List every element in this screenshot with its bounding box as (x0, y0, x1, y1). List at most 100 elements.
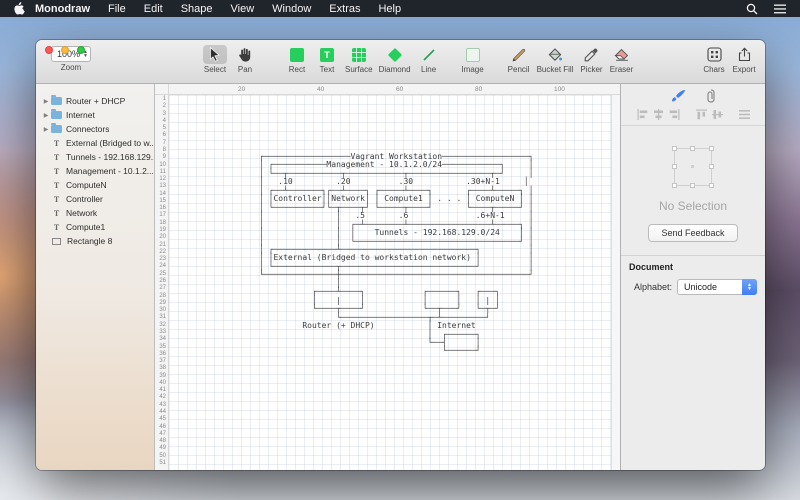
v-ruler-label: 27 (159, 285, 166, 292)
align-middle-icon[interactable] (711, 109, 723, 120)
layer-item-router-dhcp[interactable]: ▶ Router + DHCP (36, 94, 154, 108)
tool-line[interactable]: Line (414, 45, 444, 74)
window-controls (45, 46, 85, 54)
layer-item-rectangle-8[interactable]: Rectangle 8 (36, 234, 154, 248)
layer-list: ▶ Router + DHCP ▶ Internet ▶ Connectors T Exter… (36, 94, 154, 248)
apple-icon (14, 2, 25, 15)
layer-item-management-10-1-2[interactable]: T Management - 10.1.2.... (36, 164, 154, 178)
v-ruler-label: 42 (159, 394, 166, 401)
menu-app-name[interactable]: Monodraw (31, 3, 99, 15)
tool-diamond[interactable]: Diamond (376, 45, 414, 74)
zoom-window-button[interactable] (77, 46, 85, 54)
v-ruler-label: 38 (159, 365, 166, 372)
disclosure-triangle-icon[interactable]: ▶ (41, 126, 51, 133)
zoom-label: Zoom (60, 63, 82, 72)
v-ruler-label: 46 (159, 423, 166, 430)
v-ruler-label: 25 (159, 270, 166, 277)
distribute-icon[interactable] (738, 109, 750, 120)
layer-item-connectors[interactable]: ▶ Connectors (36, 122, 154, 136)
layer-item-controller[interactable]: T Controller (36, 192, 154, 206)
selection-handle (709, 183, 714, 188)
surface-shape-icon (347, 45, 371, 64)
apple-menu[interactable] (14, 2, 25, 15)
align-center-horizontal-icon[interactable] (653, 109, 664, 120)
v-ruler-label: 7 (162, 139, 166, 146)
menu-shape[interactable]: Shape (172, 3, 222, 15)
text-layer-icon: T (53, 222, 60, 232)
inspector-panel: No Selection Send Feedback Document Alph… (620, 84, 765, 470)
menu-view[interactable]: View (222, 3, 264, 15)
selection-handle (690, 146, 695, 151)
alphabet-popup[interactable]: Unicode ▲ ▼ (677, 279, 757, 295)
canvas-area: 20 40 60 80 100 1 2 3 4 5 6 7 8 9 10 11 12 13 14 15 16 17 18 1… (155, 84, 620, 470)
h-ruler-label: 60 (396, 86, 404, 93)
menu-window[interactable]: Window (263, 3, 320, 15)
tool-select[interactable]: Select (200, 45, 230, 74)
text-layer-icon: T (53, 166, 60, 176)
v-ruler-label: 9 (162, 154, 166, 161)
tool-surface[interactable]: Surface (342, 45, 376, 74)
tool-picker[interactable]: Picker (576, 45, 606, 74)
h-ruler-label: 20 (238, 86, 246, 93)
v-ruler-label: 4 (162, 117, 166, 124)
menu-items: File Edit Shape View Window Extras Help (99, 3, 410, 15)
v-ruler-label: 31 (159, 314, 166, 321)
layer-item-network[interactable]: T Network (36, 206, 154, 220)
v-ruler-label: 8 (162, 146, 166, 153)
tool-bucket-fill[interactable]: Bucket Fill (534, 45, 577, 74)
send-feedback-button[interactable]: Send Feedback (648, 224, 738, 242)
spotlight-search-icon[interactable] (746, 3, 758, 15)
tool-export[interactable]: Export (729, 45, 759, 74)
layer-item-external-bridged-to-w[interactable]: T External (Bridged to w... (36, 136, 154, 150)
pencil-icon (507, 45, 531, 64)
v-ruler-label: 24 (159, 263, 166, 270)
v-ruler-label: 15 (159, 197, 166, 204)
layer-item-internet[interactable]: ▶ Internet (36, 108, 154, 122)
attachments-tab[interactable] (706, 89, 716, 103)
v-ruler-label: 5 (162, 125, 166, 132)
tool-pan[interactable]: Pan (230, 45, 260, 74)
ruler-corner (155, 84, 169, 95)
v-ruler-label: 16 (159, 205, 166, 212)
text-shape-icon: T (315, 45, 339, 64)
layer-label: ComputeN (66, 180, 107, 190)
selection-handle (672, 164, 677, 169)
v-ruler-label: 48 (159, 438, 166, 445)
canvas[interactable]: ┌──────────────────Vagrant Workstation──… (169, 95, 611, 470)
menu-help[interactable]: Help (369, 3, 410, 15)
v-ruler-label: 29 (159, 299, 166, 306)
notification-center-icon[interactable] (774, 4, 786, 14)
close-button[interactable] (45, 46, 53, 54)
menu-bar-right (746, 3, 790, 15)
layer-item-tunnels-192-168-129[interactable]: T Tunnels - 192.168.129... (36, 150, 154, 164)
tool-text[interactable]: T Text (312, 45, 342, 74)
menu-extras[interactable]: Extras (320, 3, 369, 15)
align-right-icon[interactable] (669, 109, 680, 120)
layer-label: Compute1 (66, 222, 106, 232)
tool-pencil[interactable]: Pencil (504, 45, 534, 74)
window-toolbar: 100% ▲ ▼ Zoom Select Pan Rect T Text Sur… (36, 40, 765, 84)
menu-edit[interactable]: Edit (135, 3, 172, 15)
v-ruler-label: 39 (159, 372, 166, 379)
minimize-button[interactable] (61, 46, 69, 54)
layer-item-compute1[interactable]: T Compute1 (36, 220, 154, 234)
menu-file[interactable]: File (99, 3, 135, 15)
h-ruler-label: 80 (475, 86, 483, 93)
v-ruler-label: 44 (159, 409, 166, 416)
tool-rect[interactable]: Rect (282, 45, 312, 74)
alignment-toolbar (621, 105, 765, 126)
v-ruler-label: 47 (159, 430, 166, 437)
align-top-icon[interactable] (695, 109, 707, 120)
disclosure-triangle-icon[interactable]: ▶ (41, 98, 51, 105)
image-icon (461, 45, 485, 64)
vertical-scrollbar[interactable] (611, 95, 620, 470)
layer-item-computen[interactable]: T ComputeN (36, 178, 154, 192)
tool-chars[interactable]: Chars (699, 45, 729, 74)
align-left-icon[interactable] (637, 109, 648, 120)
tool-eraser[interactable]: Eraser (606, 45, 636, 74)
paperclip-icon (707, 89, 715, 103)
style-tab[interactable] (670, 89, 686, 103)
tool-image[interactable]: Image (458, 45, 488, 74)
v-ruler-label: 22 (159, 248, 166, 255)
disclosure-triangle-icon[interactable]: ▶ (41, 112, 51, 119)
